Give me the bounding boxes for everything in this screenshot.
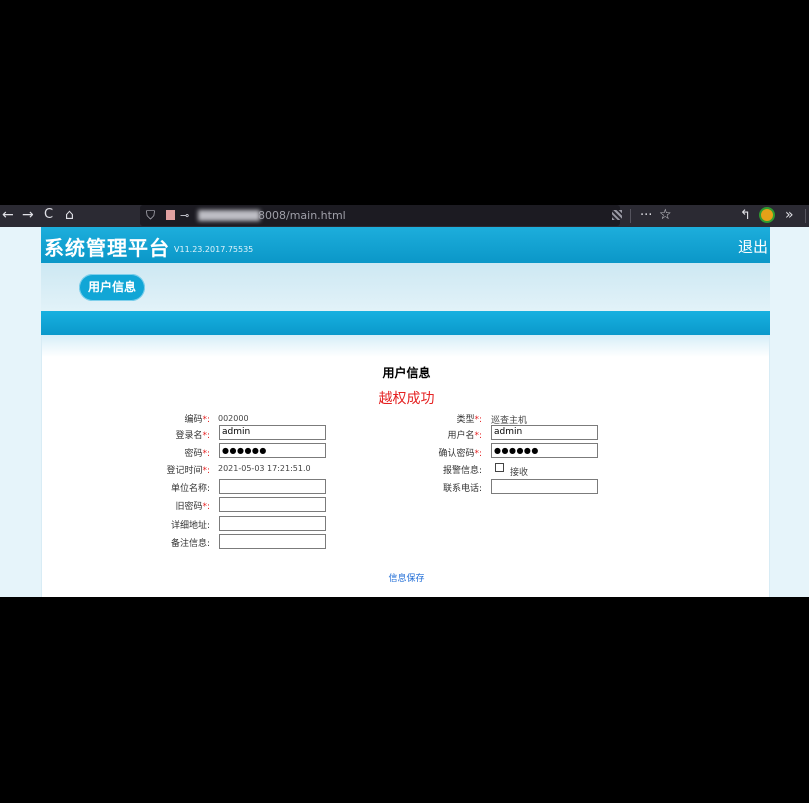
qr-code-icon[interactable]	[612, 210, 622, 220]
register-time-value: 2021-05-03 17:21:51.0	[218, 464, 311, 473]
logout-link[interactable]: 退出	[738, 236, 768, 257]
success-message: 越权成功	[378, 391, 435, 407]
reply-icon[interactable]: ↰	[740, 205, 751, 226]
address-input[interactable]	[219, 516, 326, 531]
password-label: 密码*:	[184, 449, 210, 459]
app-title: 系统管理平台	[44, 236, 170, 260]
subheader: 用户信息	[41, 263, 770, 311]
tracking-shield-icon[interactable]: ⛉	[146, 205, 155, 226]
unit-name-input[interactable]	[219, 479, 326, 494]
extension-icon[interactable]	[759, 207, 775, 223]
code-label: 编码*:	[184, 415, 210, 425]
phone-input[interactable]	[491, 479, 598, 494]
app-header: 系统管理平台 V11.23.2017.75535 退出	[41, 227, 770, 263]
alarm-receive-checkbox[interactable]	[495, 463, 504, 472]
section-band	[41, 311, 770, 335]
remark-input[interactable]	[219, 534, 326, 549]
register-time-label: 登记时间*:	[166, 466, 210, 476]
key-icon[interactable]: ⊸	[180, 205, 189, 226]
confirm-password-input[interactable]: ●●●●●●	[491, 443, 598, 458]
bookmark-star-icon[interactable]: ☆	[659, 205, 672, 226]
login-name-label: 登录名*:	[175, 431, 210, 441]
old-password-input[interactable]	[219, 497, 326, 512]
toolbar-divider	[805, 209, 806, 223]
login-name-input[interactable]: admin	[219, 425, 326, 440]
form-title: 用户信息	[382, 366, 431, 380]
url-text[interactable]: 8008/main.html	[258, 205, 346, 226]
page-actions-icon[interactable]: ···	[640, 205, 652, 226]
alarm-receive-label: 接收	[510, 468, 529, 478]
browser-toolbar: ← → C ⌂ ⛉ ⊸ 8008/main.html ··· ☆ ↰ »	[0, 205, 809, 227]
type-label: 类型*:	[456, 415, 482, 425]
user-info-form: 用户信息 越权成功 编码*: 002000 登录名*: admin 密码*: ●…	[41, 335, 770, 597]
unit-name-label: 单位名称:	[170, 484, 210, 494]
password-input[interactable]: ●●●●●●	[219, 443, 326, 458]
save-info-button[interactable]: 信息保存	[42, 571, 771, 584]
confirm-password-label: 确认密码*:	[438, 449, 482, 459]
username-input[interactable]: admin	[491, 425, 598, 440]
forward-icon[interactable]: →	[22, 205, 34, 227]
back-icon[interactable]: ←	[2, 205, 14, 227]
app-version: V11.23.2017.75535	[174, 245, 254, 254]
web-page: 系统管理平台 V11.23.2017.75535 退出 用户信息 用户信息 越权…	[0, 227, 809, 597]
username-label: 用户名*:	[447, 431, 482, 441]
remark-label: 备注信息:	[170, 539, 210, 549]
redacted-host	[198, 210, 260, 221]
toolbar-divider	[630, 209, 631, 223]
home-icon[interactable]: ⌂	[65, 205, 74, 227]
address-bar[interactable]: ⛉ ⊸ 8008/main.html	[140, 205, 622, 226]
code-value: 002000	[218, 414, 249, 423]
reload-icon[interactable]: C	[44, 205, 53, 227]
tab-user-info[interactable]: 用户信息	[79, 274, 145, 301]
old-password-label: 旧密码*:	[175, 502, 210, 512]
alarm-info-label: 报警信息:	[442, 466, 482, 476]
insecure-lock-icon[interactable]	[166, 210, 175, 220]
address-label: 详细地址:	[170, 521, 210, 531]
overflow-menu-icon[interactable]: »	[785, 205, 794, 226]
phone-label: 联系电话:	[442, 484, 482, 494]
